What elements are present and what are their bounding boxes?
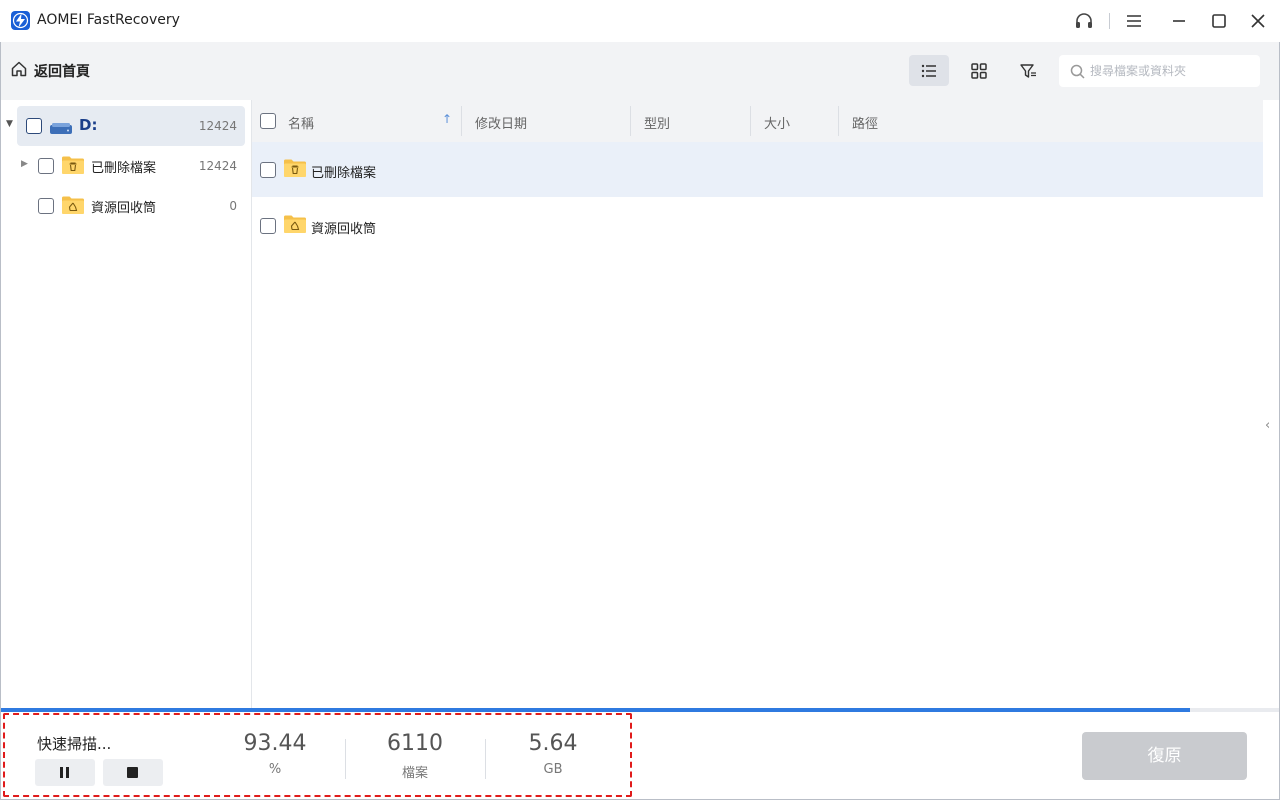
grid-view-button[interactable] [959, 55, 999, 86]
file-list: 名稱 ↑ 修改日期 型別 大小 路徑 已刪除檔案 資源回收筒 ‹ [252, 100, 1279, 708]
row-checkbox[interactable] [260, 218, 276, 234]
column-path[interactable]: 路徑 [852, 113, 878, 132]
drive-checkbox[interactable] [26, 118, 42, 134]
title-divider [1109, 13, 1110, 29]
trash-folder-icon [283, 158, 307, 178]
app-title: AOMEI FastRecovery [37, 12, 180, 28]
stop-icon [127, 767, 138, 778]
search-box[interactable] [1059, 55, 1260, 87]
drive-icon [50, 120, 72, 139]
tree-item-count: 0 [229, 199, 237, 213]
percent-value: 93.44 [243, 731, 307, 756]
size-unit: GB [543, 762, 563, 777]
headset-support-icon[interactable] [1072, 9, 1096, 33]
stat-divider [485, 739, 486, 779]
column-divider[interactable] [461, 106, 462, 136]
recycle-folder-icon [61, 195, 85, 215]
files-unit: 檔案 [401, 766, 428, 781]
list-header: 名稱 ↑ 修改日期 型別 大小 路徑 [252, 100, 1263, 142]
expand-caret-icon[interactable]: ▶ [21, 159, 28, 169]
column-divider[interactable] [838, 106, 839, 136]
back-home-button[interactable]: 返回首頁 [10, 59, 90, 83]
column-divider[interactable] [630, 106, 631, 136]
folder-tree: ▼ D: 12424 ▶ 已刪除檔案 12424 資源回收筒 0 [1, 100, 252, 708]
sort-ascending-icon[interactable]: ↑ [442, 112, 452, 126]
drive-count: 12424 [198, 119, 237, 133]
column-type[interactable]: 型別 [644, 113, 670, 132]
row-name: 已刪除檔案 [311, 166, 377, 181]
stat-size: 5.64 GB [488, 731, 618, 777]
collapse-panel-chevron-icon[interactable]: ‹ [1265, 418, 1270, 433]
app-logo-icon [11, 11, 30, 30]
status-bar: 快速掃描... 93.44 % 6110 檔案 5.64 GB 復原 [1, 712, 1279, 799]
close-icon[interactable] [1246, 9, 1270, 33]
toolbar: 返回首頁 [1, 42, 1279, 100]
trash-folder-icon [61, 155, 85, 175]
tree-item-deleted-files[interactable]: ▶ 已刪除檔案 12424 [17, 146, 245, 186]
menu-icon[interactable] [1122, 9, 1146, 33]
filter-icon [1020, 64, 1036, 78]
scan-status-panel: 快速掃描... 93.44 % 6110 檔案 5.64 GB [3, 713, 632, 797]
stat-files: 6110 檔案 [350, 731, 480, 781]
stat-divider [345, 739, 346, 779]
stop-button[interactable] [103, 759, 163, 786]
tree-item-label: 已刪除檔案 [91, 161, 157, 176]
tree-item-checkbox[interactable] [38, 158, 54, 174]
search-input[interactable] [1090, 55, 1250, 87]
percent-unit: % [268, 762, 282, 777]
pause-icon [60, 767, 69, 778]
back-home-label: 返回首頁 [34, 64, 90, 80]
list-row[interactable]: 已刪除檔案 [252, 142, 1263, 197]
row-checkbox[interactable] [260, 162, 276, 178]
column-size[interactable]: 大小 [764, 113, 790, 132]
drive-label: D: [79, 116, 98, 134]
filter-button[interactable] [1008, 55, 1048, 86]
tree-item-count: 12424 [198, 159, 237, 173]
tree-item-label: 資源回收筒 [91, 201, 157, 216]
pause-button[interactable] [35, 759, 95, 786]
recycle-folder-icon [283, 214, 307, 234]
tree-item-recycle-bin[interactable]: 資源回收筒 0 [17, 186, 245, 226]
column-divider[interactable] [750, 106, 751, 136]
size-value: 5.64 [528, 731, 578, 756]
list-view-button[interactable] [909, 55, 949, 86]
files-value: 6110 [387, 731, 443, 756]
list-view-icon [921, 64, 936, 78]
expand-caret-icon[interactable]: ▼ [6, 119, 13, 129]
scan-status-label: 快速掃描... [37, 735, 112, 753]
search-icon [1070, 64, 1085, 79]
home-icon [10, 60, 28, 82]
column-name[interactable]: 名稱 [288, 113, 314, 132]
row-name: 資源回收筒 [311, 222, 377, 237]
select-all-checkbox[interactable] [260, 113, 276, 129]
recover-button[interactable]: 復原 [1082, 732, 1247, 780]
maximize-icon[interactable] [1207, 9, 1231, 33]
title-bar: AOMEI FastRecovery [0, 0, 1280, 42]
grid-view-icon [971, 63, 987, 79]
column-modified-date[interactable]: 修改日期 [475, 113, 527, 132]
tree-item-drive[interactable]: ▼ D: 12424 [6, 106, 245, 146]
tree-item-checkbox[interactable] [38, 198, 54, 214]
list-row[interactable]: 資源回收筒 [252, 198, 1263, 253]
minimize-icon[interactable] [1167, 9, 1191, 33]
stat-percent: 93.44 % [210, 731, 340, 777]
